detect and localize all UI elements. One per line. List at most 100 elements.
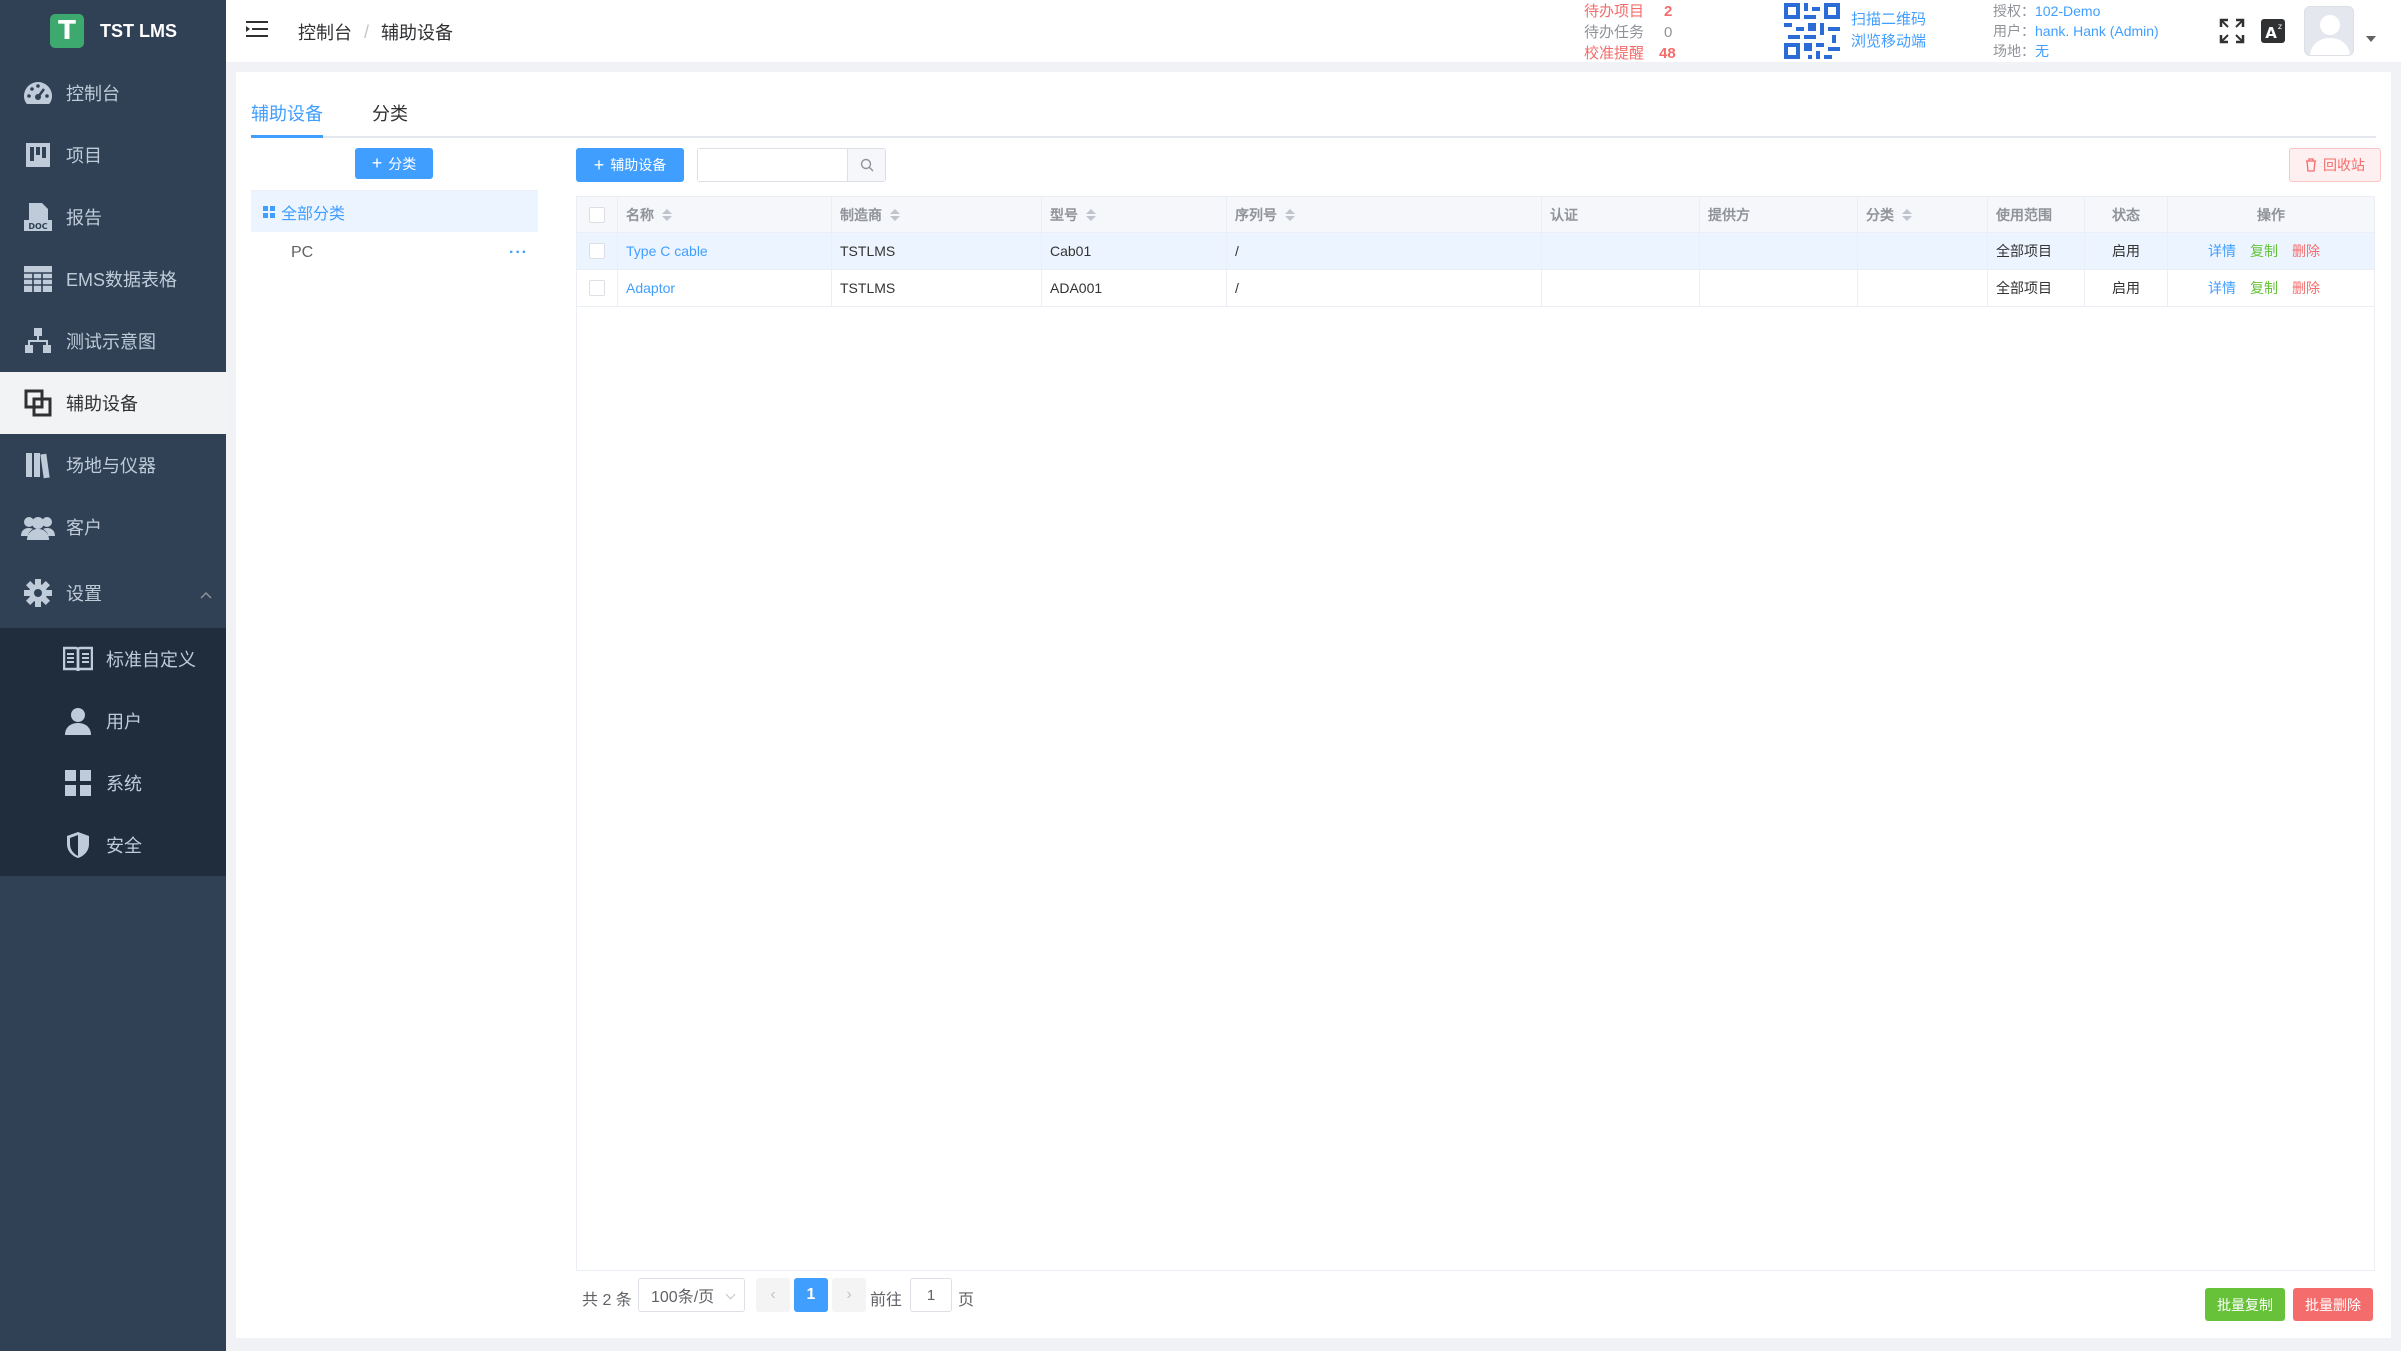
sidebar-item-customer[interactable]: 客户	[0, 496, 226, 558]
app-logo[interactable]: T TST LMS	[0, 0, 226, 62]
font-size-icon[interactable]: Az	[2260, 18, 2286, 44]
sidebar-item-standard-custom[interactable]: 标准自定义	[0, 628, 226, 690]
page-size-value: 100条/页	[651, 1289, 715, 1306]
sidebar-item-system[interactable]: 系统	[0, 752, 226, 814]
license-row: 授权：102-Demo	[1993, 3, 2101, 19]
table-row[interactable]: Adaptor TSTLMS ADA001 / 全部项目 启用 详情 复制 删除	[577, 270, 2374, 307]
detail-link[interactable]: 详情	[2208, 241, 2236, 261]
site-value[interactable]: 无	[2035, 43, 2049, 59]
column-header-name[interactable]: 名称	[618, 197, 832, 232]
add-category-button[interactable]: + 分类	[355, 148, 433, 179]
column-header-status: 状态	[2085, 197, 2168, 232]
sort-icon	[1902, 208, 1912, 221]
sidebar-item-user[interactable]: 用户	[0, 690, 226, 752]
tab-aux-equipment[interactable]: 辅助设备	[251, 100, 323, 126]
row-select[interactable]	[577, 270, 618, 306]
qr-hint[interactable]: 扫描二维码 浏览移动端	[1851, 9, 1926, 53]
prev-page-button[interactable]: ‹	[756, 1278, 790, 1312]
book-open-icon	[60, 643, 96, 675]
tree-node-pc[interactable]: PC ···	[251, 232, 538, 274]
grid-icon	[263, 205, 275, 218]
plus-icon: +	[593, 154, 605, 175]
add-equipment-button[interactable]: + 辅助设备	[576, 148, 684, 182]
chevron-down-icon	[725, 1289, 736, 1300]
header-select-all[interactable]	[577, 197, 618, 232]
page-number-current[interactable]: 1	[794, 1278, 828, 1312]
sidebar-item-settings[interactable]: 设置	[0, 558, 226, 628]
table-row[interactable]: Type C cable TSTLMS Cab01 / 全部项目 启用 详情 复…	[577, 233, 2374, 270]
equipment-name-link[interactable]: Type C cable	[618, 233, 832, 269]
tree-node-all[interactable]: 全部分类	[251, 190, 538, 232]
user-value[interactable]: hank. Hank (Admin)	[2035, 23, 2159, 39]
license-value[interactable]: 102-Demo	[2035, 3, 2100, 19]
cell-maker: TSTLMS	[832, 233, 1042, 269]
cell-maker: TSTLMS	[832, 270, 1042, 306]
avatar[interactable]	[2304, 6, 2354, 56]
todo-projects[interactable]: 待办项目 2	[1584, 1, 1676, 22]
column-header-maker[interactable]: 制造商	[832, 197, 1042, 232]
qr-code-icon[interactable]	[1784, 3, 1840, 59]
cell-category	[1858, 233, 1988, 269]
checkbox[interactable]	[589, 280, 605, 296]
recycle-bin-button[interactable]: 回收站	[2289, 148, 2381, 182]
breadcrumb-item-dashboard[interactable]: 控制台	[298, 19, 352, 45]
page-size-select[interactable]: 100条/页	[638, 1278, 745, 1312]
sidebar-item-test-diagram[interactable]: 测试示意图	[0, 310, 226, 372]
plus-icon: +	[371, 153, 383, 173]
tree-node-label: PC	[291, 244, 314, 261]
tab-active-bar	[251, 135, 323, 138]
search-input[interactable]	[698, 149, 843, 181]
equipment-name-link[interactable]: Adaptor	[618, 270, 832, 306]
copy-link[interactable]: 复制	[2250, 278, 2278, 298]
next-page-button[interactable]: ›	[832, 1278, 866, 1312]
sidebar-item-report[interactable]: DOC 报告	[0, 186, 226, 248]
sidebar-item-project[interactable]: 项目	[0, 124, 226, 186]
todo-label: 待办项目	[1584, 3, 1645, 20]
sort-icon	[662, 208, 672, 221]
sidebar-item-label: 控制台	[66, 84, 120, 104]
checkbox[interactable]	[589, 206, 605, 223]
table-icon	[20, 263, 56, 295]
sidebar-item-dashboard[interactable]: 控制台	[0, 62, 226, 124]
trash-icon	[2305, 158, 2317, 172]
account-info: 授权：102-Demo 用户：hank. Hank (Admin) 场地：无	[1993, 1, 2159, 61]
sidebar-item-security[interactable]: 安全	[0, 814, 226, 876]
more-icon[interactable]: ···	[509, 244, 528, 262]
tab-category[interactable]: 分类	[372, 100, 408, 126]
batch-delete-button[interactable]: 批量删除	[2293, 1288, 2373, 1321]
users-icon	[20, 511, 56, 543]
search-box	[697, 148, 886, 182]
batch-copy-button[interactable]: 批量复制	[2205, 1288, 2285, 1321]
sidebar-item-site-instrument[interactable]: 场地与仪器	[0, 434, 226, 496]
caret-down-icon[interactable]	[2366, 36, 2376, 42]
delete-link[interactable]: 删除	[2292, 241, 2320, 261]
tree-node-label: 全部分类	[281, 205, 346, 223]
goto-page-input[interactable]: 1	[910, 1278, 952, 1312]
breadcrumb-item-current: 辅助设备	[381, 23, 454, 43]
column-header-serial[interactable]: 序列号	[1227, 197, 1542, 232]
sidebar-item-label: 测试示意图	[66, 332, 156, 352]
site-row: 场地：无	[1993, 43, 2049, 59]
search-button[interactable]	[847, 149, 885, 181]
add-equipment-label: 辅助设备	[610, 157, 667, 173]
cell-actions: 详情 复制 删除	[2168, 233, 2374, 269]
sidebar-item-aux-equipment[interactable]: 辅助设备	[0, 372, 226, 434]
cell-cert	[1542, 270, 1700, 306]
todo-tasks[interactable]: 待办任务 0	[1584, 22, 1676, 43]
column-header-model[interactable]: 型号	[1042, 197, 1227, 232]
sidebar-item-ems-table[interactable]: EMS数据表格	[0, 248, 226, 310]
menu-toggle-icon[interactable]	[246, 20, 268, 38]
sidebar: T TST LMS 控制台 项目 DOC 报告 EMS数据表格 测试示意图 辅助…	[0, 0, 226, 1351]
detail-link[interactable]: 详情	[2208, 278, 2236, 298]
checkbox[interactable]	[589, 243, 605, 259]
fullscreen-icon[interactable]	[2219, 18, 2245, 44]
shield-icon	[60, 829, 96, 861]
cell-serial: /	[1227, 270, 1542, 306]
delete-link[interactable]: 删除	[2292, 278, 2320, 298]
sitemap-icon	[20, 325, 56, 357]
calibration-reminder[interactable]: 校准提醒 48	[1584, 43, 1676, 64]
row-select[interactable]	[577, 233, 618, 269]
project-board-icon	[20, 139, 56, 171]
column-header-category[interactable]: 分类	[1858, 197, 1988, 232]
copy-link[interactable]: 复制	[2250, 241, 2278, 261]
